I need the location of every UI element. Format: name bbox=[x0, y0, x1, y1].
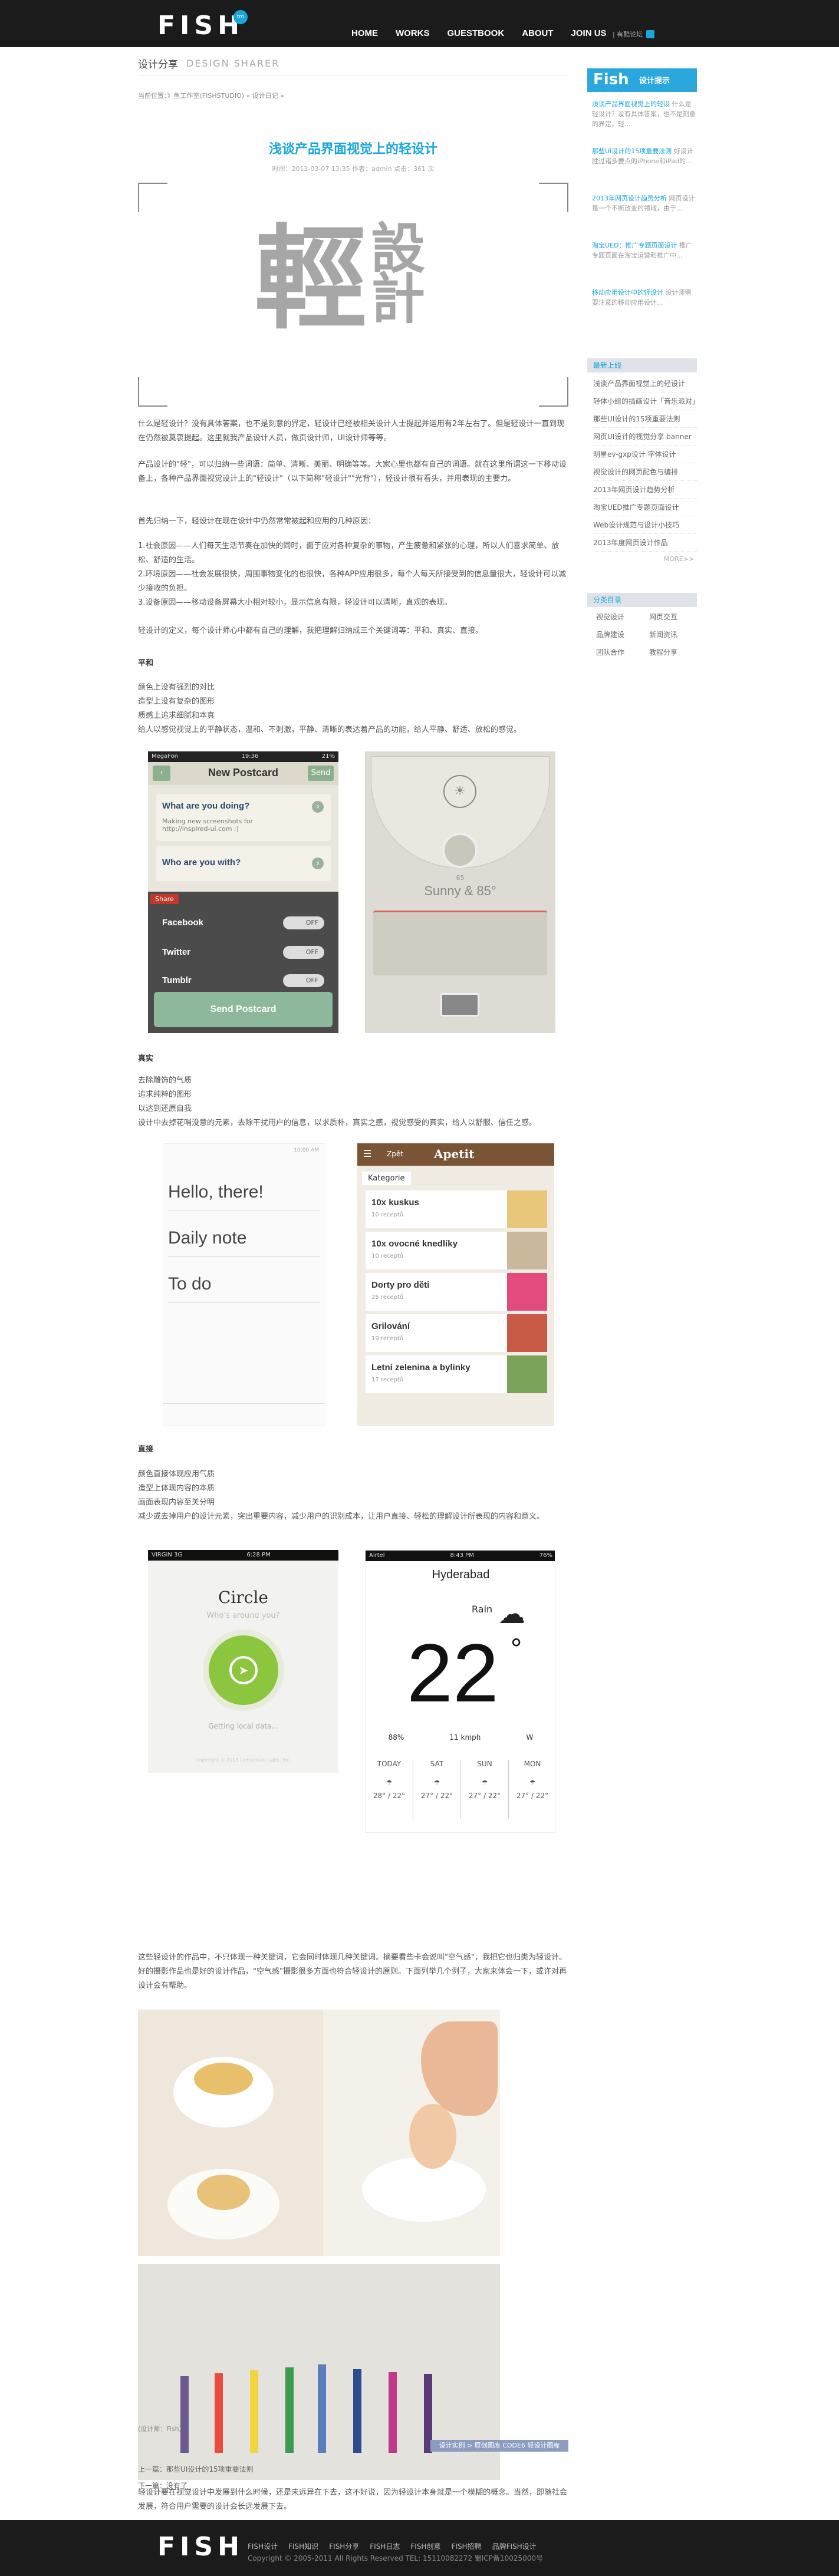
sidebar-latest-item[interactable]: 2013年度网页设计作品 bbox=[593, 534, 697, 552]
sidebar-latest-item[interactable]: 明星ev-gxp设计 字体设计 bbox=[593, 446, 697, 463]
facebook-toggle[interactable]: OFF bbox=[283, 916, 324, 929]
photo-pancakes-egg bbox=[138, 2010, 500, 2256]
sidebar-news-item[interactable]: 2013年网页设计趋势分析 网页设计是一个不断改变的领域，由于... bbox=[592, 193, 696, 213]
send-button[interactable]: Send bbox=[308, 766, 334, 781]
screenshot-hyderabad-weather: Airtel 8:43 PM 76% Hyderabad Rain ☁ 22 ° 8… bbox=[365, 1550, 555, 1833]
hero-subtext: 設計 bbox=[371, 217, 426, 331]
article: 浅谈产品界面视觉上的轻设计 时间：2013-03-07 13:35 作者：adm… bbox=[138, 106, 568, 2511]
section-title: 设计分享 bbox=[138, 59, 178, 71]
sidebar-category[interactable]: 新闻资讯 bbox=[646, 629, 680, 639]
tumblr-toggle[interactable]: OFF bbox=[283, 974, 324, 987]
sidebar-news-item[interactable]: 移动应用设计中的轻设计 设计师需要注意的移动应用设计... bbox=[592, 288, 696, 308]
sidebar-latest-item[interactable]: 轻体小组的插画设计「音乐派对」 bbox=[593, 392, 697, 410]
screenshot-postcard: MegaFon 19:36 21% ‹ New Postcard Send What… bbox=[148, 751, 338, 1033]
top-bar: FISH tm HOME WORKS GUESTBOOK ABOUT JOIN … bbox=[0, 0, 839, 47]
paragraph-reasons: 1.社会原因——人们每天生活节奏在加快的同时，面于应对各种复杂的事物，产生疲惫和… bbox=[138, 542, 566, 607]
heading-zhen: 真实 bbox=[138, 1054, 154, 1063]
nav-works[interactable]: WORKS bbox=[396, 28, 430, 38]
screenshot-weather-dial: ☀ 65 Sunny & 85° bbox=[365, 751, 555, 1033]
footer-link[interactable]: 品牌FISH设计 bbox=[492, 2541, 537, 2551]
screenshot-apetit: ☰ Zpět Apetit Kategorie 10x kuskus 10 rec… bbox=[357, 1143, 554, 1426]
sidebar-news-item[interactable]: 淘宝UED：推广专题页面设计 推广专题页面在淘宝运营和推广中... bbox=[592, 240, 696, 260]
breadcrumb[interactable]: 当前位置：》鱼工作室(FISHSTUDIO) » 设计日记 » bbox=[138, 91, 284, 100]
twitter-toggle[interactable]: OFF bbox=[283, 946, 324, 959]
sidebar-category[interactable]: 教程分享 bbox=[646, 647, 680, 657]
footer-links: FISH设计 FISH知识 FISH分享 FISH日志 FISH创意 FISH招… bbox=[248, 2541, 537, 2551]
article-meta: 时间：2013-03-07 13:35 作者：admin 点击：361 次 bbox=[272, 165, 435, 173]
sidebar-news-item[interactable]: 浅谈产品界面视觉上的轻设 什么是轻设计？没有具体答案，也不是刻意的界定，轻... bbox=[592, 99, 696, 129]
sidebar-latest-item[interactable]: 浅谈产品界面视觉上的轻设计 bbox=[593, 375, 697, 392]
compass-icon: ➤ bbox=[229, 1656, 258, 1684]
logo-badge: tm bbox=[233, 10, 248, 24]
section-subtitle: DESIGN SHARER bbox=[186, 58, 280, 69]
footer-link[interactable]: FISH知识 bbox=[288, 2541, 318, 2551]
sidebar-latest-item[interactable]: 那些UI设计的15项重要法则 bbox=[593, 410, 697, 428]
paragraph-5: 轻设计的定义，每个设计师心中都有自己的理解，我把理解归纳成三个关键词等：平和、真… bbox=[138, 626, 483, 635]
list-zhi: 颜色直接体现应用气质 造型上体现内容的本质 画面表现内容至关分明 减少或去掉用户… bbox=[138, 1470, 545, 1521]
footer-link[interactable]: FISH分享 bbox=[329, 2541, 359, 2551]
section-heading: 设计分享 DESIGN SHARER bbox=[138, 52, 568, 75]
sidebar-latest-heading: 最新上线 bbox=[587, 358, 697, 372]
footer-link[interactable]: FISH设计 bbox=[248, 2541, 278, 2551]
next-article-link[interactable]: 下一篇：没有了 bbox=[138, 2479, 568, 2493]
sidebar-latest-item[interactable]: 网页UI设计的视觉分享 banner bbox=[593, 428, 697, 446]
screenshot-notes: 10:00 AM Hello, there! Daily note To do bbox=[163, 1143, 325, 1426]
paragraph-3: 首先归纳一下，轻设计在现在设计中仍然常常被起和应用的几种原因： bbox=[138, 517, 376, 526]
list-zhen: 去除雕饰的气质 追求纯粹的图形 以达到还原自我 设计中去掉花哨没意的元素，去除干… bbox=[138, 1076, 537, 1127]
send-postcard-button[interactable]: Send Postcard bbox=[154, 992, 333, 1027]
screenshot-circle: VIRGIN 3G 6:28 PM Circle Who's around you… bbox=[148, 1550, 338, 1773]
site-logo[interactable]: FISH bbox=[157, 11, 244, 41]
heading-zhi: 直接 bbox=[138, 1445, 154, 1454]
sidebar-category-heading: 分类目录 bbox=[587, 593, 697, 607]
cloud-rain-icon: ☁ bbox=[498, 1598, 525, 1630]
sidebar-latest-item[interactable]: 视觉设计的网页配色与编排 bbox=[593, 463, 697, 481]
article-title: 浅谈产品界面视觉上的轻设计 bbox=[268, 141, 437, 157]
sidebar-category[interactable]: 品牌建设 bbox=[593, 629, 627, 639]
sidebar-latest-item[interactable]: 2013年网页设计趋势分析 bbox=[593, 481, 697, 499]
footer-link[interactable]: FISH招聘 bbox=[451, 2541, 481, 2551]
sidebar-latest-item[interactable]: 淘宝UED推广专题页面设计 bbox=[593, 499, 697, 516]
article-tags[interactable]: 设计实例 > 原创图库 CODE6 轻设计图库 bbox=[430, 2440, 568, 2452]
author-note: (设计师：Fish） bbox=[138, 2425, 186, 2433]
heading-ping: 平和 bbox=[138, 659, 154, 668]
footer-link[interactable]: FISH创意 bbox=[410, 2541, 440, 2551]
nav-guestbook[interactable]: GUESTBOOK bbox=[448, 28, 505, 38]
hero-image: 輕 設計 bbox=[138, 183, 568, 407]
footer-logo[interactable]: FISH bbox=[157, 2532, 244, 2562]
sidebar-category[interactable]: 视觉设计 bbox=[593, 612, 627, 622]
sidebar-category[interactable]: 团队合作 bbox=[593, 647, 627, 657]
sidebar-latest-item[interactable]: Web设计规范与设计小技巧 bbox=[593, 516, 697, 534]
nav-home[interactable]: HOME bbox=[351, 28, 378, 38]
paragraph-6: 这些轻设计的作品中，不只体现一种关键词，它会同时体现几种关键词。摘要看些卡会说叫… bbox=[138, 1953, 567, 1990]
footer-link[interactable]: FISH日志 bbox=[370, 2541, 400, 2551]
sidebar-category[interactable]: 网页交互 bbox=[646, 612, 680, 622]
main-nav: HOME WORKS GUESTBOOK ABOUT JOIN US bbox=[351, 28, 607, 38]
paragraph-2: 产品设计的"轻"，可以归纳一些词语：简单、清晰、美丽、明确等等。大家心里也都有自… bbox=[138, 460, 567, 483]
sidebar-news-item[interactable]: 那些UI设计的15项重要法则 好设计胜过诸多要点的iPhone和iPad的... bbox=[592, 146, 696, 166]
rss-icon bbox=[646, 30, 655, 38]
prev-article-link[interactable]: 上一篇：那些UI设计的15项重要法则 bbox=[138, 2462, 568, 2476]
sidebar-logo: Fish 设计提示 bbox=[587, 68, 697, 92]
nav-about[interactable]: ABOUT bbox=[522, 28, 553, 38]
list-ping: 颜色上没有强烈的对比 造型上没有复杂的图形 质感上追求细腻和本真 给人以感觉视觉… bbox=[138, 683, 522, 734]
subscribe-link[interactable]: | 有酷论坛 bbox=[613, 29, 655, 39]
hero-character: 輕 bbox=[255, 213, 367, 344]
paragraph-intro: 什么是轻设计？没有具体答案，也不是刻意的界定，轻设计已经被相关设计人士提起并运用… bbox=[138, 420, 565, 443]
footer-copyright: Copyright © 2005-2011 All Rights Reserve… bbox=[248, 2554, 543, 2562]
sidebar-more-link[interactable]: MORE>> bbox=[664, 555, 694, 563]
nav-join-us[interactable]: JOIN US bbox=[571, 28, 607, 38]
footer: FISH FISH设计 FISH知识 FISH分享 FISH日志 FISH创意 … bbox=[0, 2520, 839, 2576]
